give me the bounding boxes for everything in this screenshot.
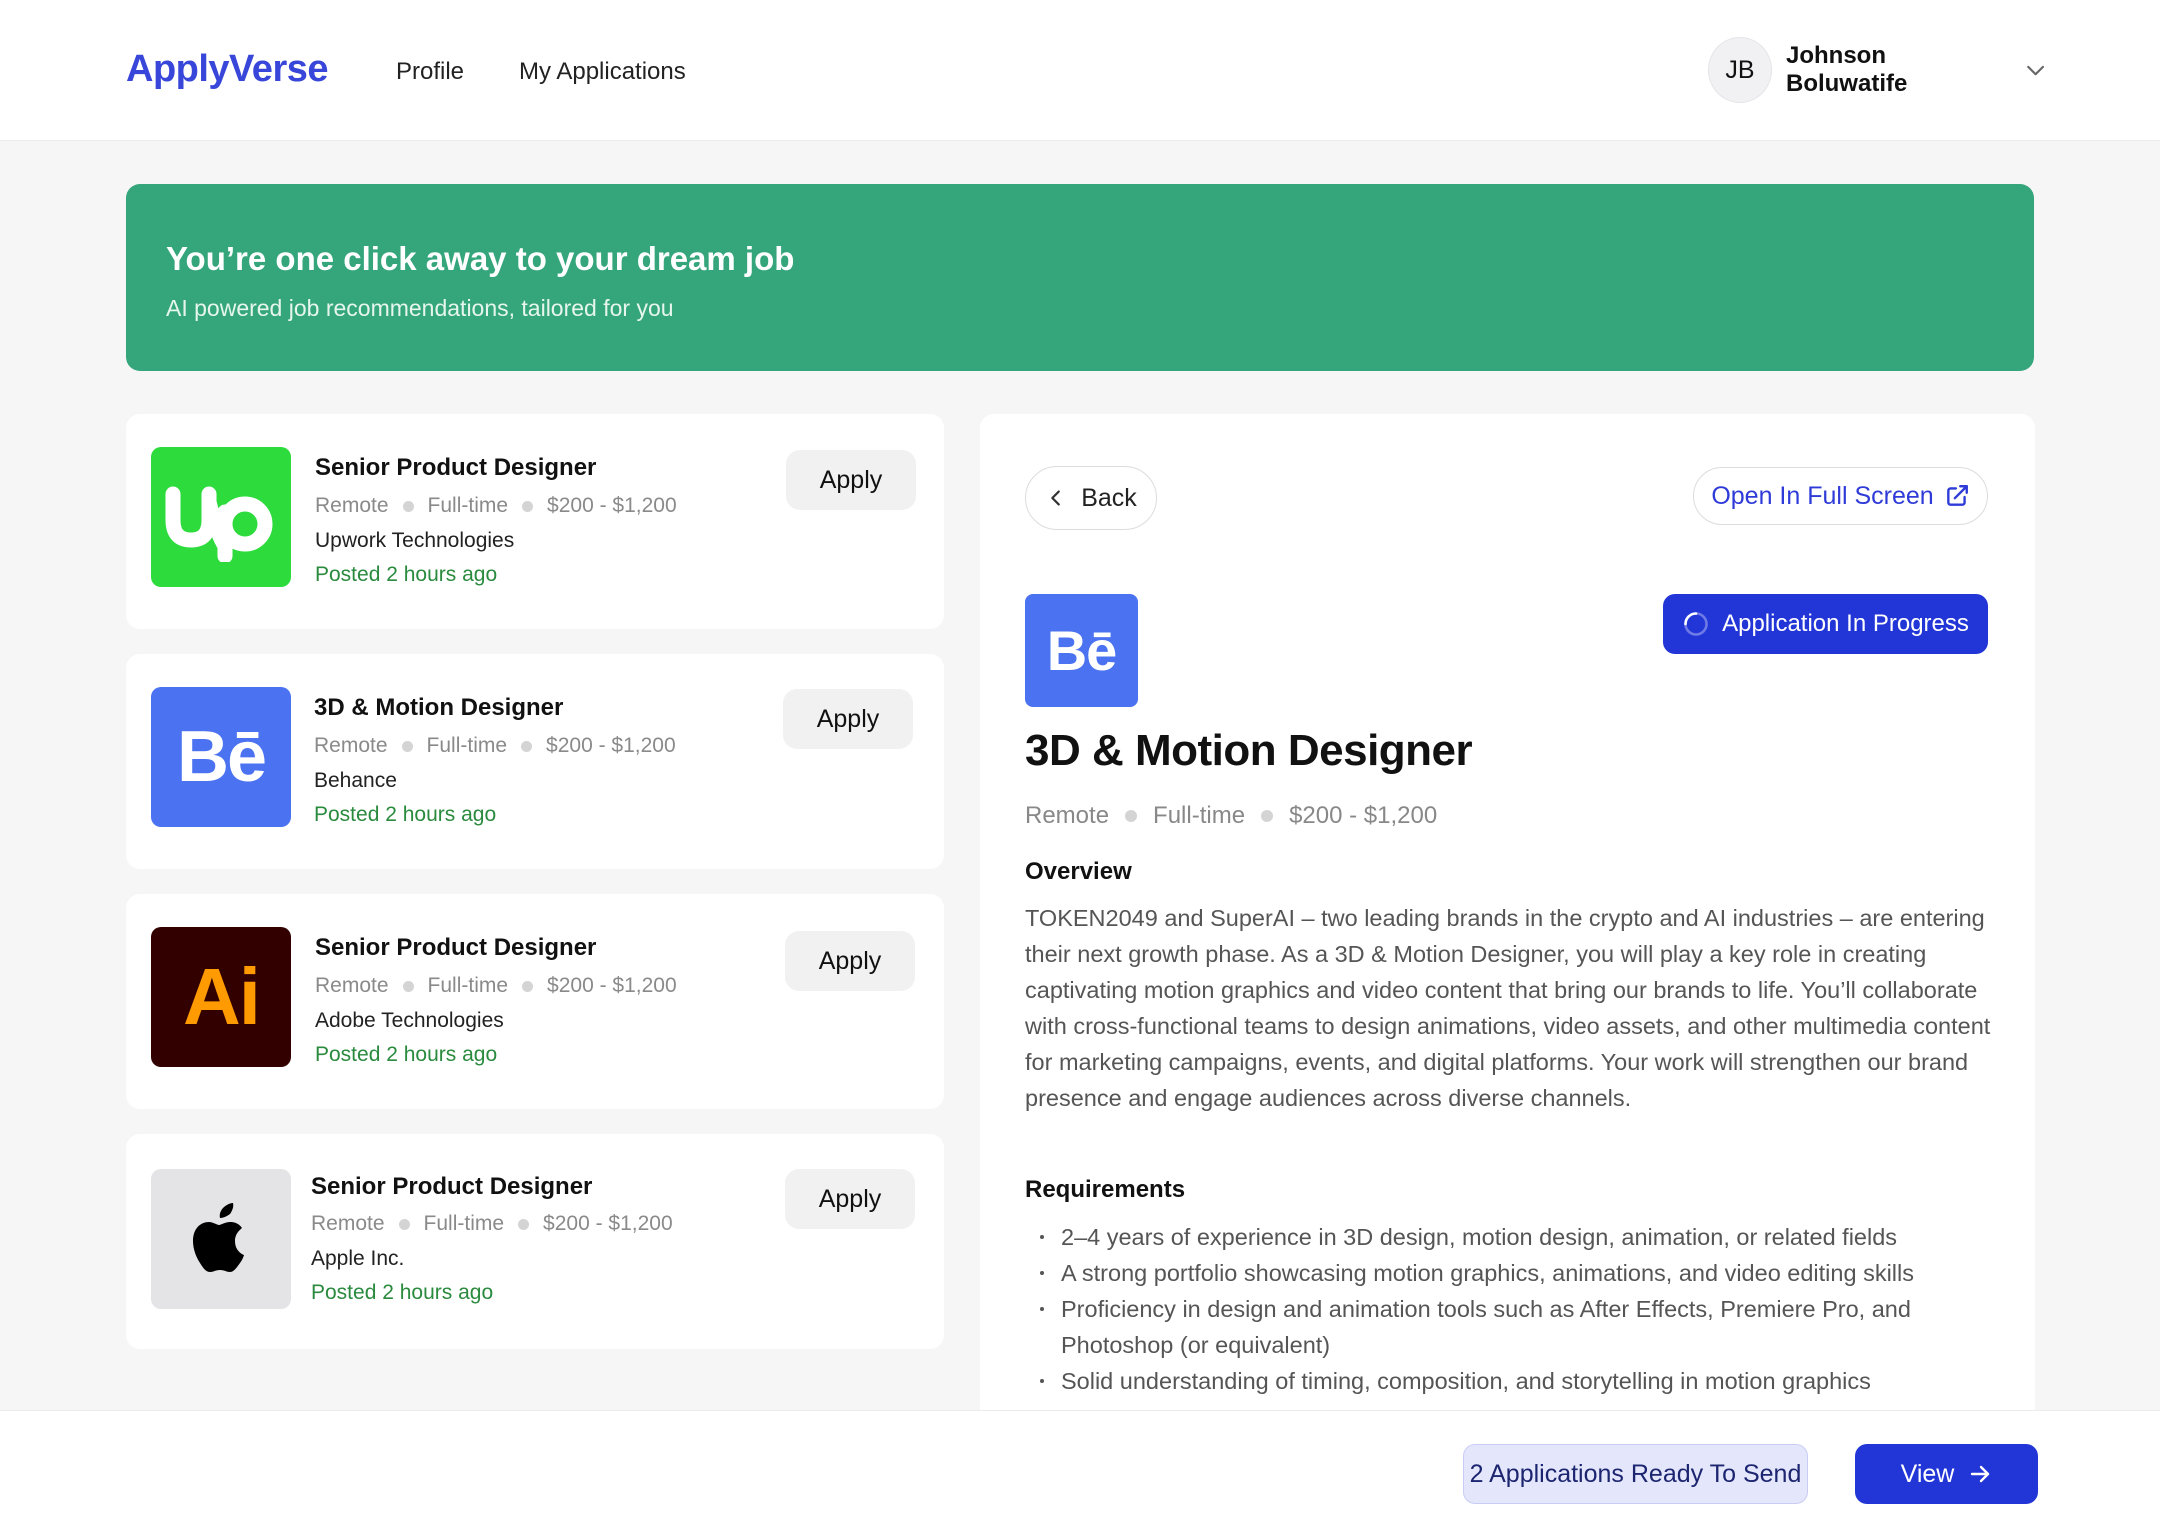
job-title: 3D & Motion Designer (314, 694, 564, 721)
full-screen-label: Open In Full Screen (1711, 481, 1934, 510)
user-name: Johnson Boluwatife (1785, 42, 1908, 97)
avatar: JB (1708, 37, 1772, 103)
list-item: A strong portfolio showcasing motion gra… (1025, 1255, 1995, 1291)
status-label: Application In Progress (1722, 610, 1969, 637)
requirements-list: 2–4 years of experience in 3D design, mo… (1025, 1219, 1995, 1399)
job-meta: Remote Full-time $200 - $1,200 (1025, 802, 1437, 830)
requirements-heading: Requirements (1025, 1176, 1186, 1203)
apply-button[interactable]: Apply (785, 931, 915, 991)
job-type: Full-time (427, 494, 509, 517)
list-item: Proficiency in design and animation tool… (1025, 1291, 1995, 1363)
adobe-illustrator-logo-icon: Ai (151, 927, 291, 1067)
hero-title: You’re one click away to your dream job (166, 240, 795, 277)
job-meta: Remote Full-time $200 - $1,200 (314, 734, 676, 758)
chevron-left-icon (1051, 490, 1061, 506)
page-title: 3D & Motion Designer (1025, 726, 1473, 775)
job-company: Adobe Technologies (315, 1009, 504, 1032)
job-meta: Remote Full-time $200 - $1,200 (315, 974, 677, 998)
user-menu[interactable]: JB Johnson Boluwatife (1708, 36, 2048, 104)
nav-profile-link[interactable]: Profile (396, 58, 464, 86)
overview-heading: Overview (1025, 858, 1132, 885)
view-button[interactable]: View (1855, 1444, 2038, 1504)
job-type: Full-time (426, 734, 508, 757)
job-posted-time: Posted 2 hours ago (315, 1043, 498, 1066)
job-company: Upwork Technologies (315, 529, 515, 552)
job-company: Behance (314, 769, 397, 792)
job-title: Senior Product Designer (311, 1173, 593, 1200)
app-logo[interactable]: ApplyVerse (126, 48, 329, 91)
job-card-behance[interactable]: Bē 3D & Motion Designer Remote Full-time… (126, 654, 944, 869)
job-card-apple[interactable]: Senior Product Designer Remote Full-time… (126, 1134, 944, 1349)
open-full-screen-button[interactable]: Open In Full Screen (1693, 467, 1988, 525)
job-location: Remote (314, 734, 388, 757)
applications-ready-button[interactable]: 2 Applications Ready To Send (1463, 1444, 1808, 1504)
back-label: Back (1081, 483, 1137, 512)
list-item: Solid understanding of timing, compositi… (1025, 1363, 1995, 1399)
apply-button[interactable]: Apply (785, 1169, 915, 1229)
nav-my-applications-link[interactable]: My Applications (519, 58, 686, 86)
job-meta: Remote Full-time $200 - $1,200 (315, 494, 677, 518)
job-meta: Remote Full-time $200 - $1,200 (311, 1212, 673, 1236)
list-item: 2–4 years of experience in 3D design, mo… (1025, 1219, 1995, 1255)
job-type: Full-time (423, 1212, 505, 1235)
job-salary: $200 - $1,200 (547, 974, 677, 997)
job-company: Apple Inc. (311, 1247, 405, 1270)
top-header: ApplyVerse Profile My Applications JB Jo… (0, 0, 2160, 141)
overview-text: TOKEN2049 and SuperAI – two leading bran… (1025, 905, 1991, 1111)
job-salary: $200 - $1,200 (547, 494, 677, 517)
application-in-progress-button[interactable]: Application In Progress (1663, 594, 1988, 654)
hero-subtitle: AI powered job recommendations, tailored… (166, 295, 674, 321)
bottom-action-bar: 2 Applications Ready To Send View (0, 1410, 2160, 1536)
arrow-right-icon (1971, 1465, 1990, 1483)
job-salary: $200 - $1,200 (1289, 802, 1438, 829)
back-button[interactable]: Back (1025, 466, 1157, 530)
job-title: Senior Product Designer (315, 454, 597, 481)
job-type: Full-time (1153, 802, 1246, 829)
job-card-upwork[interactable]: Senior Product Designer Remote Full-time… (126, 414, 944, 629)
job-posted-time: Posted 2 hours ago (311, 1281, 494, 1304)
behance-logo-icon: Bē (151, 687, 291, 827)
job-location: Remote (315, 974, 389, 997)
spinner-icon (1684, 612, 1708, 636)
external-link-icon (1946, 485, 1968, 506)
job-salary: $200 - $1,200 (546, 734, 676, 757)
job-posted-time: Posted 2 hours ago (314, 803, 497, 826)
behance-logo-icon: Bē (1025, 594, 1138, 707)
hero-banner: You’re one click away to your dream job … (126, 184, 2034, 371)
job-detail-panel: Back Open In Full Screen Bē Application … (980, 414, 2035, 1414)
job-location: Remote (315, 494, 389, 517)
chevron-down-icon (2027, 65, 2044, 76)
upwork-logo-icon (151, 447, 291, 587)
job-location: Remote (311, 1212, 385, 1235)
job-location: Remote (1025, 802, 1110, 829)
job-type: Full-time (427, 974, 509, 997)
apply-button[interactable]: Apply (786, 450, 916, 510)
job-card-adobe[interactable]: Ai Senior Product Designer Remote Full-t… (126, 894, 944, 1109)
job-salary: $200 - $1,200 (543, 1212, 673, 1235)
apple-logo-icon (151, 1169, 291, 1309)
job-title: Senior Product Designer (315, 934, 597, 961)
job-posted-time: Posted 2 hours ago (315, 563, 498, 586)
view-label: View (1900, 1459, 1955, 1488)
apply-button[interactable]: Apply (783, 689, 913, 749)
